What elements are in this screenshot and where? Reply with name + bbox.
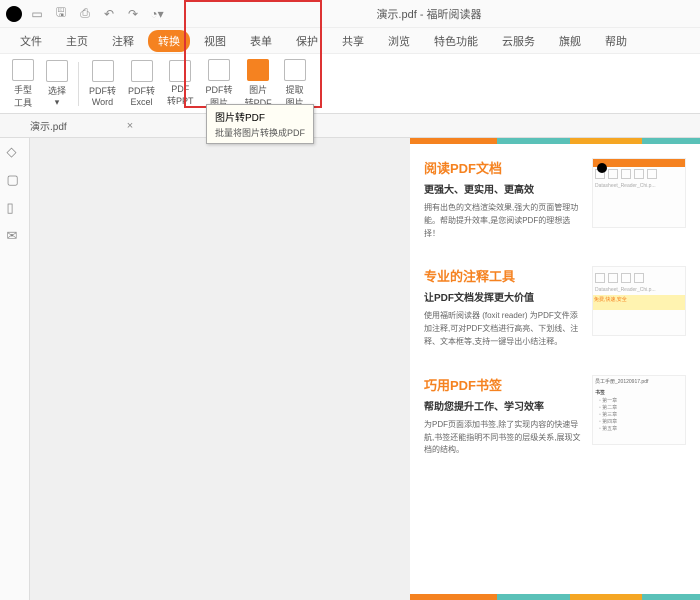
pdf-to-excel-button[interactable]: PDF转Excel — [122, 58, 161, 109]
menu-comment[interactable]: 注释 — [102, 30, 144, 52]
page-icon[interactable]: ▯ — [7, 200, 23, 216]
document-canvas[interactable]: 阅读PDF文档 更强大、更实用、更高效 拥有出色的文档渲染效果,强大的页面管理功… — [30, 138, 700, 600]
menu-file[interactable]: 文件 — [10, 30, 52, 52]
menu-browse[interactable]: 浏览 — [378, 30, 420, 52]
open-icon[interactable]: ▭ — [30, 7, 44, 21]
menu-flagship[interactable]: 旗舰 — [549, 30, 591, 52]
comment-icon[interactable]: ✉ — [7, 228, 23, 244]
pdf-page: 阅读PDF文档 更强大、更实用、更高效 拥有出色的文档渲染效果,强大的页面管理功… — [410, 138, 700, 600]
pdf-to-word-button[interactable]: PDF转Word — [83, 58, 122, 109]
section2-subtitle: 让PDF文档发挥更大价值 — [424, 289, 582, 304]
section3-subtitle: 帮助您提升工作、学习效率 — [424, 398, 582, 413]
menu-help[interactable]: 帮助 — [595, 30, 637, 52]
image-to-pdf-button[interactable]: 图片转PDF — [239, 57, 278, 111]
section2-title: 专业的注释工具 — [424, 266, 582, 285]
app-icon — [6, 6, 22, 22]
save-icon[interactable]: 🖫 — [54, 7, 68, 21]
bookmark-icon[interactable]: ▢ — [7, 172, 23, 188]
print-icon[interactable]: ⎙ — [78, 7, 92, 21]
thumb-badge: 免费,快速,安全 — [593, 295, 685, 304]
more-icon[interactable]: ◔▾ — [150, 7, 164, 21]
menu-view[interactable]: 视图 — [194, 30, 236, 52]
section1-thumbnail: Datasheet_Reader_Chi.p... — [592, 158, 686, 228]
redo-icon[interactable]: ↷ — [126, 7, 140, 21]
ribbon: 手型工具 选择▾ PDF转Word PDF转Excel PDF转PPT PDF转… — [0, 54, 700, 114]
document-tab[interactable]: 演示.pdf × — [30, 118, 133, 133]
menu-form[interactable]: 表单 — [240, 30, 282, 52]
menu-home[interactable]: 主页 — [56, 30, 98, 52]
titlebar: ▭ 🖫 ⎙ ↶ ↷ ◔▾ 演示.pdf - 福昕阅读器 — [0, 0, 700, 28]
pdf-to-image-button[interactable]: PDF转图片 — [200, 57, 239, 111]
undo-icon[interactable]: ↶ — [102, 7, 116, 21]
bottom-stripe — [410, 594, 700, 600]
side-panel: ◇ ▢ ▯ ✉ — [0, 138, 30, 600]
menubar: 文件 主页 注释 转换 视图 表单 保护 共享 浏览 特色功能 云服务 旗舰 帮… — [0, 28, 700, 54]
section3-title: 巧用PDF书签 — [424, 375, 582, 394]
menu-cloud[interactable]: 云服务 — [492, 30, 545, 52]
menu-features[interactable]: 特色功能 — [424, 30, 488, 52]
section2-body: 使用福昕阅读器 (foxit reader) 为PDF文件添加注释,可对PDF文… — [424, 310, 582, 348]
section1-body: 拥有出色的文档渲染效果,强大的页面管理功能。帮助提升效率,是您阅读PDF的理想选… — [424, 202, 582, 240]
extract-image-button[interactable]: 提取图片 — [278, 57, 312, 111]
menu-protect[interactable]: 保护 — [286, 30, 328, 52]
hand-tool-button[interactable]: 手型工具 — [6, 57, 40, 111]
tab-label: 演示.pdf — [30, 118, 67, 133]
tooltip-desc: 批量将图片转换成PDF — [215, 126, 305, 139]
pdf-to-ppt-button[interactable]: PDF转PPT — [161, 58, 200, 109]
menu-share[interactable]: 共享 — [332, 30, 374, 52]
menu-convert[interactable]: 转换 — [148, 30, 190, 52]
section3-body: 为PDF页面添加书签,除了实现内容的快速导航,书签还能指明不同书签的层级关系,展… — [424, 419, 582, 457]
tooltip: 图片转PDF 批量将图片转换成PDF — [206, 104, 314, 144]
section2-thumbnail: Datasheet_Reader_Chi.p... 免费,快速,安全 — [592, 266, 686, 336]
tooltip-title: 图片转PDF — [215, 109, 305, 124]
window-title: 演示.pdf - 福昕阅读器 — [164, 6, 694, 22]
select-tool-button[interactable]: 选择▾ — [40, 58, 74, 110]
section1-title: 阅读PDF文档 — [424, 158, 582, 177]
section1-subtitle: 更强大、更实用、更高效 — [424, 181, 582, 196]
document-tabbar: 演示.pdf × — [0, 114, 700, 138]
tab-close-icon[interactable]: × — [127, 120, 133, 132]
section3-thumbnail: 员工手册_20120917.pdf 书签 ▫ 第一章▫ 第二章▫ 第三章▫ 第四… — [592, 375, 686, 445]
tag-icon[interactable]: ◇ — [7, 144, 23, 160]
